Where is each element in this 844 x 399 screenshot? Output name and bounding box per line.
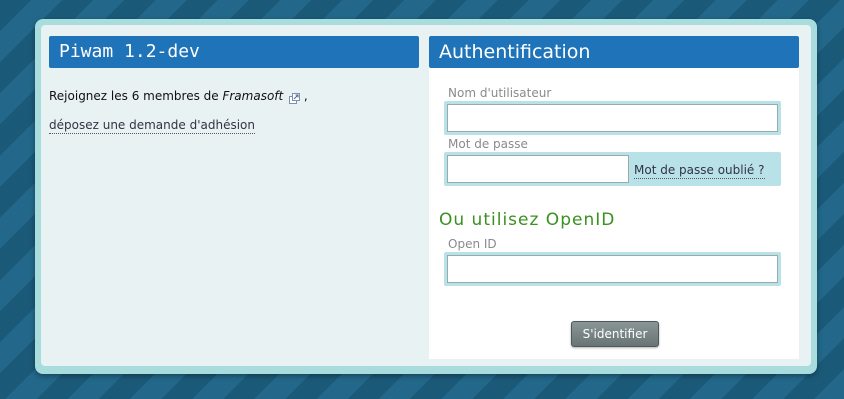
intro-prefix: Rejoignez les 6 membres de (49, 89, 219, 103)
password-input[interactable] (447, 155, 629, 183)
login-box: Authentification Nom d'utilisateur Mot d… (429, 36, 799, 359)
app-title: Piwam 1.2-dev (49, 36, 419, 68)
username-label: Nom d'utilisateur (448, 86, 552, 100)
forgot-password-link[interactable]: Mot de passe oublié ? (634, 163, 765, 179)
info-box: Piwam 1.2-dev Rejoignez les 6 membres de… (49, 36, 419, 134)
openid-field-wrap (444, 252, 781, 286)
password-field-wrap: Mot de passe oublié ? (444, 152, 781, 186)
login-button[interactable]: S'identifier (571, 321, 659, 347)
password-label: Mot de passe (448, 137, 528, 151)
intro-suffix: , (303, 89, 308, 103)
openid-heading: Ou utilisez OpenID (439, 210, 616, 230)
openid-label: Open ID (448, 237, 497, 251)
intro-text: Rejoignez les 6 membres de Framasoft , (49, 87, 419, 105)
login-title: Authentification (429, 36, 799, 68)
openid-input[interactable] (447, 255, 778, 283)
external-link-icon[interactable] (289, 91, 301, 104)
username-field-wrap (444, 101, 781, 135)
main-panel: Piwam 1.2-dev Rejoignez les 6 membres de… (35, 19, 817, 374)
org-name: Framasoft (222, 89, 284, 103)
username-input[interactable] (447, 104, 778, 132)
membership-request-link[interactable]: déposez une demande d'adhésion (49, 117, 255, 134)
main-panel-content: Piwam 1.2-dev Rejoignez les 6 membres de… (41, 25, 811, 366)
